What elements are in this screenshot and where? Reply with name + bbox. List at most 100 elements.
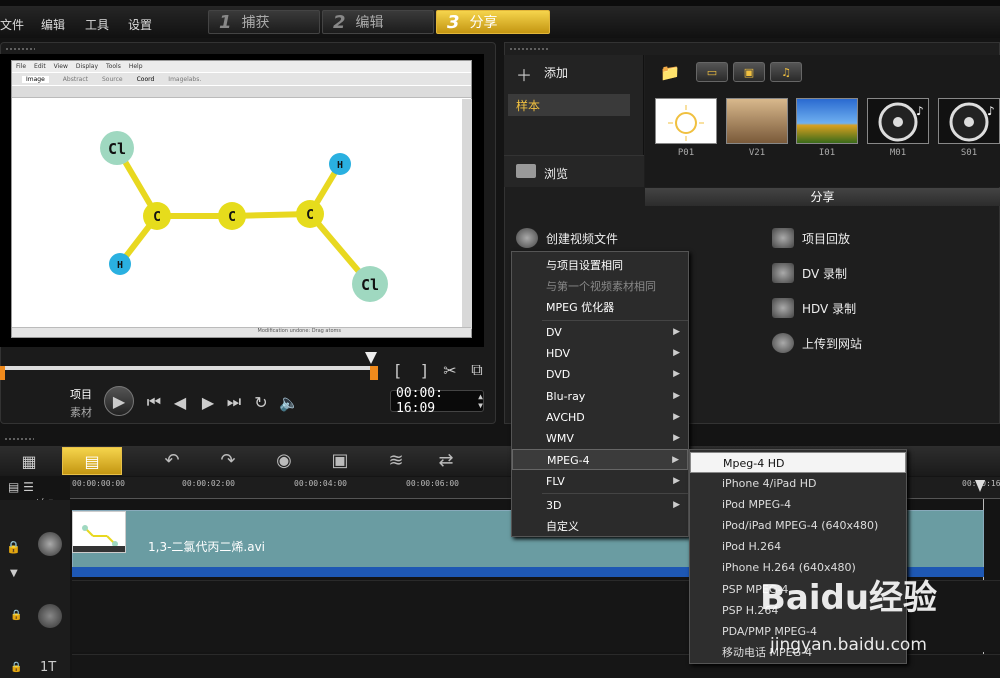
enlarge-icon[interactable]: ⧉: [466, 360, 488, 380]
playback-icon: [772, 228, 794, 248]
thumb-s01[interactable]: ♪: [938, 98, 1000, 144]
mode-clip-label[interactable]: 素材: [70, 404, 92, 420]
browse-button[interactable]: 浏览: [544, 165, 568, 182]
project-playback-label: 项目回放: [802, 231, 851, 246]
clip-name: 1,3-二氯代丙二烯.avi: [148, 540, 266, 554]
undo-icon[interactable]: ↶: [158, 450, 186, 471]
lock-icon[interactable]: 🔒: [10, 610, 22, 621]
scrub-bar[interactable]: [0, 366, 374, 370]
menu-tools[interactable]: 工具: [85, 16, 109, 33]
dv-record-button[interactable]: DV 录制: [772, 263, 847, 283]
home-icon[interactable]: ⏮: [144, 392, 164, 412]
track-manager-icon[interactable]: ▤ ☰: [8, 480, 34, 494]
thumb-m01[interactable]: ♪: [867, 98, 929, 144]
create-video-button[interactable]: 创建视频文件: [516, 228, 618, 248]
browse-icon[interactable]: [516, 164, 536, 178]
step-share[interactable]: 3 分享: [436, 10, 550, 34]
create-video-menu: 与项目设置相同 与第一个视频素材相同 MPEG 优化器 DV ▶ HDV ▶ DVD…: [511, 251, 689, 537]
mark-in-icon[interactable]: [: [388, 360, 408, 380]
menu-item-label: DVD: [546, 368, 571, 381]
submenu-item-label: iPod H.264: [722, 540, 782, 553]
submenu-item-iphone4-ipad-hd[interactable]: iPhone 4/iPad HD: [690, 473, 906, 494]
movie-editor-icon[interactable]: ▣: [326, 450, 354, 471]
submenu-arrow-icon: ▶: [673, 412, 680, 422]
lock-icon[interactable]: 🔒: [6, 540, 21, 554]
menu-file[interactable]: 文件: [0, 16, 24, 33]
trim-marker[interactable]: [370, 366, 378, 380]
timecode-spinner-icon[interactable]: ▲ ▼: [478, 392, 483, 410]
menu-settings[interactable]: 设置: [128, 16, 152, 33]
video-track-icon[interactable]: [38, 532, 62, 556]
menu-bar: 文件 编辑 工具 设置 1 捕获 2 编辑 3 分享: [0, 6, 1000, 38]
thumb-v21[interactable]: [726, 98, 788, 144]
menu-item-wmv[interactable]: WMV ▶: [512, 428, 688, 449]
menu-edit[interactable]: 编辑: [41, 16, 65, 33]
thumb-i01[interactable]: [796, 98, 858, 144]
submenu-item-ipod-h264[interactable]: iPod H.264: [690, 536, 906, 557]
volume-icon[interactable]: 🔈: [279, 392, 299, 412]
submenu-item-mpeg4-hd[interactable]: Mpeg-4 HD: [690, 452, 906, 473]
ruler-tick: 00:00:00:00: [72, 479, 125, 488]
prev-frame-icon[interactable]: ◀: [170, 392, 190, 412]
thumb-p01[interactable]: [655, 98, 717, 144]
frame-menu-item: File: [16, 63, 27, 70]
camcorder-icon: [772, 263, 794, 283]
menu-item-same-as-project[interactable]: 与项目设置相同: [512, 255, 688, 276]
menu-item-hdv[interactable]: HDV ▶: [512, 343, 688, 364]
panel-grip[interactable]: [509, 47, 549, 51]
timecode-field[interactable]: 00:00: 16:09 ▲ ▼: [390, 386, 484, 416]
thumb-label: I01: [818, 148, 836, 158]
submenu-item-ipod-ipad-mpeg4[interactable]: iPod/iPad MPEG-4 (640x480): [690, 515, 906, 536]
add-button[interactable]: 添加: [544, 64, 568, 81]
menu-item-custom[interactable]: 自定义: [512, 516, 688, 537]
expand-icon[interactable]: ▼: [10, 568, 18, 579]
lock-icon[interactable]: 🔒: [10, 662, 22, 673]
storyboard-view-icon[interactable]: ▦: [6, 447, 52, 475]
step-edit[interactable]: 2 编辑: [322, 10, 434, 34]
redo-icon[interactable]: ↷: [214, 450, 242, 471]
next-frame-icon[interactable]: ▶: [198, 392, 218, 412]
audio-filter-icon[interactable]: ♫: [770, 62, 802, 82]
hdv-record-button[interactable]: HDV 录制: [772, 298, 856, 318]
menu-item-bluray[interactable]: Blu-ray ▶: [512, 386, 688, 407]
audio-mixer-icon[interactable]: ≋: [382, 450, 410, 471]
repeat-icon[interactable]: ↻: [251, 392, 271, 412]
thumb-label: P01: [677, 148, 695, 158]
project-playback-button[interactable]: 项目回放: [772, 228, 850, 248]
cut-icon[interactable]: ✂: [440, 360, 460, 380]
menu-item-avchd[interactable]: AVCHD ▶: [512, 407, 688, 428]
hdv-record-label: HDV 录制: [802, 301, 857, 316]
panel-grip[interactable]: [4, 437, 34, 441]
mode-project-label[interactable]: 项目: [70, 386, 92, 402]
panel-grip[interactable]: [5, 47, 35, 51]
timeline-view-icon[interactable]: ▤: [62, 447, 122, 475]
play-button[interactable]: ▶: [104, 386, 134, 416]
globe-icon: [772, 333, 794, 353]
auto-music-icon[interactable]: ⇄: [432, 450, 460, 471]
menu-item-label: Blu-ray: [546, 390, 586, 403]
folder-icon[interactable]: 📁: [660, 63, 680, 82]
track-headers: [0, 500, 70, 678]
menu-item-flv[interactable]: FLV ▶: [512, 471, 688, 492]
upload-web-button[interactable]: 上传到网站: [772, 333, 862, 353]
mark-out-icon[interactable]: ]: [414, 360, 434, 380]
submenu-item-ipod-mpeg4[interactable]: iPod MPEG-4: [690, 494, 906, 515]
dv-record-label: DV 录制: [802, 266, 848, 281]
step-capture[interactable]: 1 捕获: [208, 10, 320, 34]
record-capture-icon[interactable]: ◉: [270, 450, 298, 471]
thumb-label: V21: [748, 148, 766, 158]
menu-item-dv[interactable]: DV ▶: [512, 322, 688, 343]
title-track-icon[interactable]: 1T: [40, 660, 56, 675]
sample-folder[interactable]: 样本: [508, 94, 630, 116]
overlay-track-icon[interactable]: [38, 604, 62, 628]
add-icon[interactable]: ＋: [516, 62, 532, 86]
menu-item-mpeg4[interactable]: MPEG-4 ▶: [512, 449, 688, 470]
menu-item-label: MPEG-4: [547, 454, 590, 467]
menu-item-3d[interactable]: 3D ▶: [512, 495, 688, 516]
menu-item-mpeg-optimizer[interactable]: MPEG 优化器: [512, 297, 688, 318]
photo-filter-icon[interactable]: ▣: [733, 62, 765, 82]
end-icon[interactable]: ⏭: [224, 392, 244, 412]
menu-item-dvd[interactable]: DVD ▶: [512, 364, 688, 385]
video-filter-icon[interactable]: ▭: [696, 62, 728, 82]
trim-start-marker[interactable]: [0, 366, 5, 380]
